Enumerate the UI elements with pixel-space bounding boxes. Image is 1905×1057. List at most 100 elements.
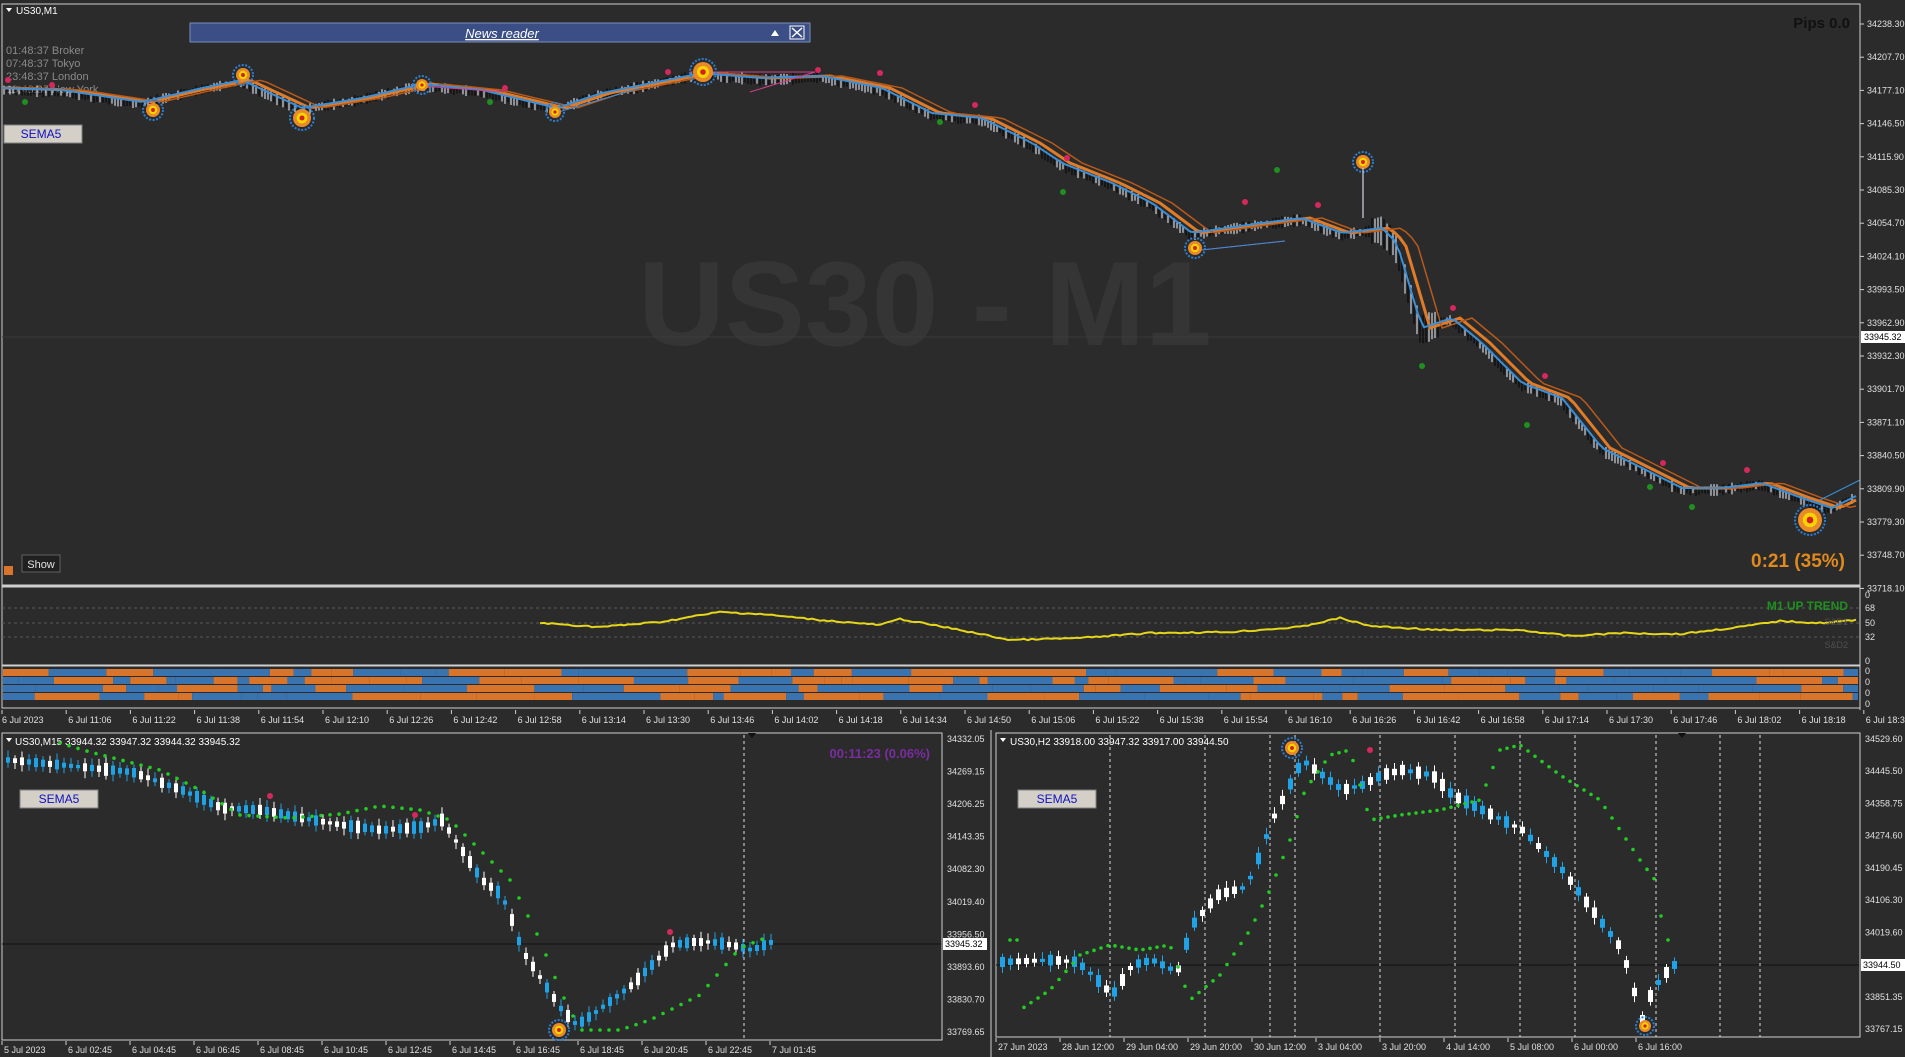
candle-body	[370, 825, 374, 833]
main-sema5-button[interactable]: SEMA5	[3, 124, 83, 144]
candle-body	[1184, 937, 1189, 950]
trend-band-segment	[369, 677, 407, 684]
price-axis-label: 34085.30	[1867, 185, 1905, 195]
candle-body	[1144, 957, 1149, 966]
sar-dot	[1526, 749, 1530, 753]
trend-band-segment	[1566, 677, 1615, 684]
sar-dot	[229, 807, 233, 812]
band-scale-2: 0	[1865, 688, 1870, 698]
candle-body	[468, 856, 472, 868]
main-sema5-label: SEMA5	[21, 127, 62, 141]
m15-chart-window[interactable]: US30,M15 33944.32 33947.32 33944.32 3394…	[0, 730, 990, 1057]
green-swing-dot	[1060, 189, 1066, 195]
trend-band-segment	[851, 669, 912, 676]
candle-body	[125, 768, 129, 775]
h2-time-axis-label: 6 Jul 00:00	[1574, 1042, 1618, 1052]
time-axis-label: 6 Jul 15:54	[1224, 715, 1268, 725]
sar-dot	[1078, 953, 1082, 957]
candle-body	[279, 809, 283, 819]
semafor-red-dot	[420, 83, 424, 87]
m15-price-axis-label: 34206.25	[947, 799, 985, 809]
m1-trend-label: M1 UP TREND	[1767, 599, 1848, 613]
red-swing-dot	[1450, 305, 1456, 311]
candle-body	[1408, 769, 1413, 774]
green-swing-dot	[22, 99, 28, 105]
trend-band-segment	[976, 669, 1021, 676]
candle-body	[1624, 960, 1629, 968]
price-axis-label: 33932.30	[1867, 351, 1905, 361]
sar-dot	[1407, 812, 1411, 816]
sar-dot	[1519, 743, 1523, 748]
trend-band-segment	[1208, 693, 1241, 700]
trend-band-segment	[688, 677, 739, 684]
sar-dot	[112, 756, 116, 760]
m15-time-axis-label: 6 Jul 16:45	[516, 1045, 560, 1055]
red-swing-dot	[972, 102, 978, 108]
m15-time-axis-label: 6 Jul 08:45	[260, 1045, 304, 1055]
trend-band-segment	[1402, 693, 1459, 700]
trend-band-segment	[1321, 669, 1342, 676]
m15-sema5-button[interactable]: SEMA5	[19, 789, 99, 809]
trend-band-segment	[813, 669, 852, 676]
h2-time-axis-label: 28 Jun 12:00	[1062, 1042, 1114, 1052]
sd1-label: S&D1	[1824, 617, 1848, 627]
m15-price-axis-label: 33893.60	[947, 962, 985, 972]
trend-band-segment	[649, 693, 661, 700]
candle-body	[202, 794, 206, 805]
sar-dot	[1491, 765, 1495, 770]
candle-body	[237, 806, 241, 812]
show-toggle-square-icon[interactable]	[4, 566, 13, 575]
sar-dot	[589, 1028, 593, 1032]
trend-band-segment	[534, 685, 584, 692]
sar-dot	[499, 869, 503, 873]
news-reader-bar[interactable]: News reader	[189, 22, 811, 43]
candle-body	[412, 821, 416, 834]
candle-body	[1616, 940, 1621, 950]
candle-body	[1608, 931, 1613, 937]
news-reader-title[interactable]: News reader	[465, 26, 539, 41]
trend-band-segment	[1322, 693, 1343, 700]
trend-band-segment	[409, 693, 421, 700]
sar-dot	[1596, 796, 1600, 801]
sar-dot	[760, 937, 764, 941]
h2-time-axis-label: 3 Jul 20:00	[1382, 1042, 1426, 1052]
candle-body	[97, 765, 101, 772]
sar-dot	[1204, 984, 1208, 989]
trend-band-segment	[1554, 677, 1567, 684]
trend-band-segment	[992, 685, 1031, 692]
trend-band-segment	[293, 669, 312, 676]
m15-price-axis-label: 33769.65	[947, 1027, 985, 1037]
sar-dot	[1617, 826, 1621, 831]
h2-chart-window[interactable]: US30,H2 33918.00 33947.32 33917.00 33944…	[990, 730, 1905, 1057]
price-axis-label: 33901.70	[1867, 384, 1905, 394]
candle-body	[349, 820, 353, 833]
semafor-red-dot	[299, 115, 305, 121]
main-chart-window[interactable]: US30 - M1 US30,M1 News reader 01:48:37 B…	[0, 0, 1905, 725]
trend-band-segment	[908, 677, 945, 684]
sar-dot	[1134, 947, 1138, 952]
candle-body	[41, 759, 45, 767]
candle-body	[167, 782, 171, 788]
time-axis-label: 6 Jul 12:42	[453, 715, 497, 725]
red-swing-dot	[1367, 747, 1373, 753]
sar-dot	[1666, 938, 1670, 942]
candle-body	[524, 952, 528, 960]
trend-band-segment	[1184, 677, 1201, 684]
trend-band-segment	[311, 669, 332, 676]
candle-body	[328, 821, 332, 825]
sar-dot	[670, 1007, 674, 1011]
m15-bar-timer: 00:11:23 (0.06%)	[830, 746, 930, 761]
time-axis-label: 6 Jul 16:26	[1352, 715, 1396, 725]
svg-text:07:48:37 Tokyo: 07:48:37 Tokyo	[6, 58, 80, 70]
candle-body	[503, 900, 507, 905]
time-axis-label: 6 Jul 17:46	[1673, 715, 1717, 725]
candle-body	[48, 760, 52, 767]
trend-band-segment	[1837, 677, 1858, 684]
band-scale-3: 0	[1865, 699, 1870, 709]
price-axis-label: 33718.10	[1867, 583, 1905, 593]
sar-dot	[67, 743, 71, 748]
trend-band-segment	[1275, 677, 1286, 684]
show-button[interactable]: Show	[21, 554, 61, 573]
h2-sema5-button[interactable]: SEMA5	[1017, 789, 1097, 809]
trend-band-segment	[352, 693, 410, 700]
